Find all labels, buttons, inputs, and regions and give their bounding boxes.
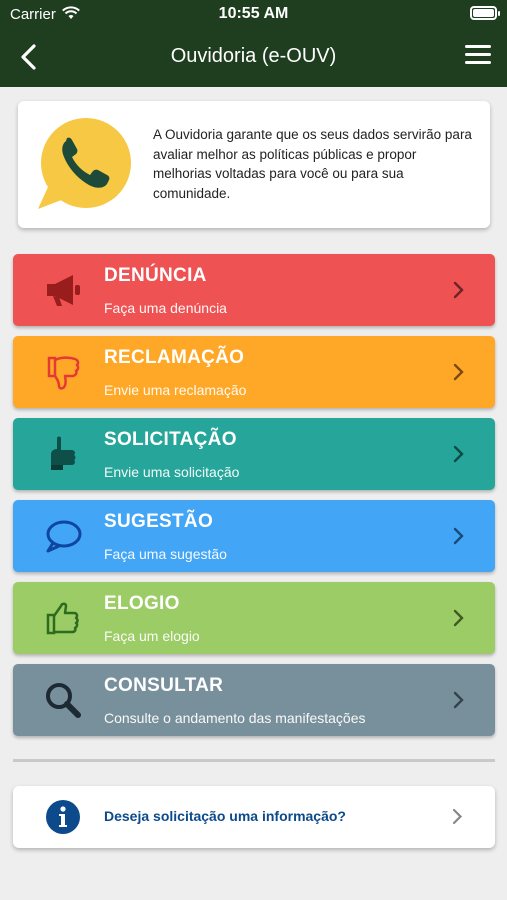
chevron-right-icon: [453, 363, 464, 381]
info-description: A Ouvidoria garante que os seus dados se…: [153, 127, 472, 201]
option-solicitacao[interactable]: SOLICITAÇÃO Envie uma solicitação: [13, 418, 495, 490]
option-consultar[interactable]: CONSULTAR Consulte o andamento das manif…: [13, 664, 495, 736]
thumbs-down-icon: [47, 356, 80, 390]
battery-icon: [470, 6, 500, 20]
search-icon: [46, 683, 81, 718]
option-subtitle: Envie uma solicitação: [104, 464, 240, 480]
chevron-right-icon: [453, 691, 464, 709]
chevron-right-icon: [453, 527, 464, 545]
chevron-right-icon: [453, 281, 464, 299]
option-title: RECLAMAÇÃO: [104, 347, 245, 368]
status-bar: Carrier 10:55 AM: [0, 0, 507, 28]
pointing-hand-icon: [51, 436, 76, 470]
page-title: Ouvidoria (e-OUV): [170, 45, 337, 67]
section-divider: [13, 759, 495, 762]
thumbs-up-icon: [46, 602, 79, 635]
chevron-right-icon: [453, 609, 464, 627]
speech-bubble-icon: [46, 520, 82, 553]
option-sugestao[interactable]: SUGESTÃO Faça uma sugestão: [13, 500, 495, 572]
option-subtitle: Faça uma sugestão: [104, 546, 227, 562]
option-denuncia[interactable]: DENÚNCIA Faça uma denúncia: [13, 254, 495, 326]
info-card: A Ouvidoria garante que os seus dados se…: [18, 101, 490, 228]
option-subtitle: Faça um elogio: [104, 628, 200, 644]
chevron-right-icon: [452, 808, 463, 825]
option-title: DENÚNCIA: [104, 265, 207, 286]
option-reclamacao[interactable]: RECLAMAÇÃO Envie uma reclamação: [13, 336, 495, 408]
status-time: 10:55 AM: [218, 5, 289, 22]
hamburger-menu-icon[interactable]: [465, 45, 491, 67]
app-header: Carrier 10:55 AM Ouvidoria (e-OUV): [0, 0, 507, 87]
option-subtitle: Consulte o andamento das manifestações: [104, 710, 366, 726]
nav-bar: Ouvidoria (e-OUV): [0, 28, 507, 87]
option-elogio[interactable]: ELOGIO Faça um elogio: [13, 582, 495, 654]
information-request-label: Deseja solicitação uma informação?: [104, 808, 346, 824]
option-title: SOLICITAÇÃO: [104, 429, 237, 450]
option-title: ELOGIO: [104, 593, 180, 614]
chevron-right-icon: [453, 445, 464, 463]
information-request-item[interactable]: Deseja solicitação uma informação?: [13, 786, 495, 848]
option-title: CONSULTAR: [104, 675, 224, 696]
info-icon: [46, 800, 80, 834]
option-subtitle: Envie uma reclamação: [104, 382, 247, 398]
option-title: SUGESTÃO: [104, 511, 214, 532]
phone-icon: [38, 118, 131, 209]
option-subtitle: Faça uma denúncia: [104, 300, 227, 316]
megaphone-icon: [47, 275, 80, 306]
